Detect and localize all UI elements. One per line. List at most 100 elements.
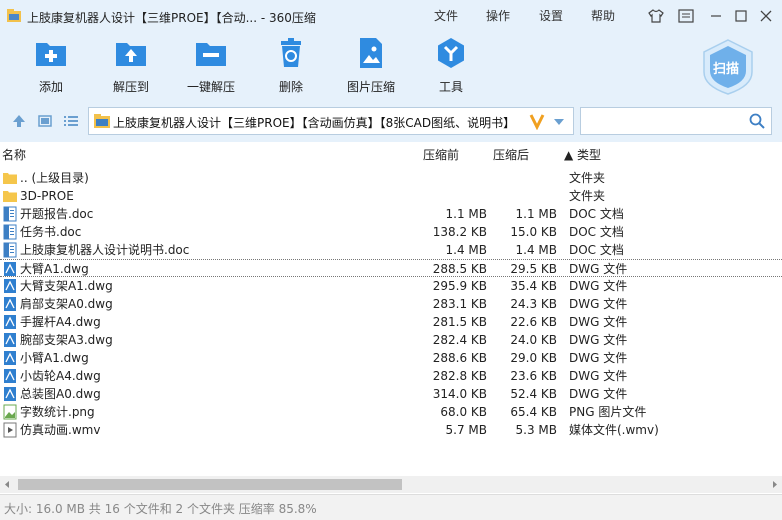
doc-file-icon [3,224,17,240]
file-row[interactable]: 仿真动画.wmv 5.7 MB 5.3 MB 媒体文件(.wmv) [0,421,782,439]
image-compress-button[interactable]: 图片压缩 [331,36,411,95]
list-view-icon[interactable] [63,113,79,129]
horizontal-scrollbar[interactable] [0,476,782,493]
file-name: 小臂A1.dwg [20,351,89,365]
chevron-down-icon[interactable] [553,118,565,126]
title-bar: 上肢康复机器人设计【三维PROE】【合动... - 360压缩 文件 操作 设置… [0,0,782,32]
add-button[interactable]: 添加 [11,36,91,95]
file-size-after: 65.4 KB [510,405,557,419]
minimize-button[interactable] [706,6,726,26]
scroll-left-icon[interactable] [3,480,11,489]
menu-settings[interactable]: 设置 [539,7,563,24]
file-size-after: 5.3 MB [515,423,557,437]
file-name: 大臂A1.dwg [20,262,89,276]
scan-button[interactable]: 扫描 [700,38,756,96]
menu-operate[interactable]: 操作 [486,7,510,24]
file-size-after: 52.4 KB [510,387,557,401]
column-header-name[interactable]: 名称 [2,144,26,166]
file-type: 文件夹 [569,189,606,203]
scroll-right-icon[interactable] [771,480,779,489]
file-row[interactable]: .. (上级目录) 文件夹 [0,169,782,187]
maximize-button[interactable] [731,6,751,26]
file-name: 任务书.doc [20,225,82,239]
file-type: DWG 文件 [569,315,628,329]
file-name: 仿真动画.wmv [20,423,101,437]
file-size-before: 68.0 KB [440,405,487,419]
file-size-before: 314.0 KB [432,387,487,401]
file-row[interactable]: 手握杆A4.dwg 281.5 KB 22.6 KB DWG 文件 [0,313,782,331]
search-input[interactable] [580,107,772,135]
file-row[interactable]: 小齿轮A4.dwg 282.8 KB 23.6 KB DWG 文件 [0,367,782,385]
up-arrow-icon[interactable] [11,113,27,129]
file-size-after: 23.6 KB [510,369,557,383]
file-name: 大臂支架A1.dwg [20,279,113,293]
file-row[interactable]: 小臂A1.dwg 288.6 KB 29.0 KB DWG 文件 [0,349,782,367]
file-type: DWG 文件 [569,387,628,401]
file-name: 手握杆A4.dwg [20,315,101,329]
file-size-after: 1.1 MB [515,207,557,221]
window-title: 上肢康复机器人设计【三维PROE】【合动... - 360压缩 [27,11,316,25]
file-size-after: 1.4 MB [515,243,557,257]
file-type: DWG 文件 [569,369,628,383]
dwg-file-icon [3,350,17,366]
extract-to-icon [116,43,146,66]
file-row[interactable]: 开题报告.doc 1.1 MB 1.1 MB DOC 文档 [0,205,782,223]
thumbnail-view-icon[interactable] [37,113,53,129]
address-bar: 上肢康复机器人设计【三维PROE】【含动画仿真】【8张CAD图纸、说明书】 [0,100,782,142]
close-button[interactable] [756,6,776,26]
file-name: 腕部支架A3.dwg [20,333,113,347]
status-text: 大小: 16.0 MB 共 16 个文件和 2 个文件夹 压缩率 85.8% [4,502,317,516]
folder-file-icon [3,188,17,204]
file-type: DOC 文档 [569,207,624,221]
file-name: 总装图A0.dwg [20,387,101,401]
file-row[interactable]: 任务书.doc 138.2 KB 15.0 KB DOC 文档 [0,223,782,241]
search-icon[interactable] [749,113,765,129]
skin-icon[interactable] [646,6,666,26]
file-size-before: 295.9 KB [432,279,487,293]
file-size-before: 288.5 KB [432,262,487,276]
file-row[interactable]: 总装图A0.dwg 314.0 KB 52.4 KB DWG 文件 [0,385,782,403]
file-row[interactable]: 字数统计.png 68.0 KB 65.4 KB PNG 图片文件 [0,403,782,421]
file-type: DWG 文件 [569,279,628,293]
wmv-file-icon [3,422,17,438]
file-name: 上肢康复机器人设计说明书.doc [20,243,190,257]
file-size-before: 1.1 MB [445,207,487,221]
file-type: DWG 文件 [569,297,628,311]
file-row[interactable]: 大臂支架A1.dwg 295.9 KB 35.4 KB DWG 文件 [0,277,782,295]
file-type: DOC 文档 [569,225,624,239]
dwg-file-icon [3,278,17,294]
file-row[interactable]: 大臂A1.dwg 288.5 KB 29.5 KB DWG 文件 [0,259,782,277]
one-click-extract-button[interactable]: 一键解压 [171,36,251,95]
delete-button[interactable]: 删除 [251,36,331,95]
delete-icon [281,38,301,67]
column-header-after[interactable]: 压缩后 [493,144,529,166]
file-name: 开题报告.doc [20,207,94,221]
file-row[interactable]: 3D-PROE 文件夹 [0,187,782,205]
extract-to-button[interactable]: 解压到 [91,36,171,95]
file-name: 字数统计.png [20,405,95,419]
file-size-after: 15.0 KB [510,225,557,239]
file-row[interactable]: 腕部支架A3.dwg 282.4 KB 24.0 KB DWG 文件 [0,331,782,349]
scrollbar-thumb[interactable] [18,479,402,490]
file-size-before: 5.7 MB [445,423,487,437]
column-header-type[interactable]: ▲ 类型 [564,144,601,166]
tools-button[interactable]: 工具 [411,36,491,95]
check-v-icon [529,114,545,130]
file-row[interactable]: 上肢康复机器人设计说明书.doc 1.4 MB 1.4 MB DOC 文档 [0,241,782,259]
add-icon [36,43,66,66]
file-row[interactable]: 肩部支架A0.dwg 283.1 KB 24.3 KB DWG 文件 [0,295,782,313]
path-text: 上肢康复机器人设计【三维PROE】【含动画仿真】【8张CAD图纸、说明书】 [113,116,516,130]
png-file-icon [3,404,17,420]
menu-help[interactable]: 帮助 [591,7,615,24]
feedback-icon[interactable] [676,6,696,26]
archive-icon [94,114,110,128]
app-logo-icon [7,9,21,22]
toolbar: 添加 解压到 一键解压 删除 图片压缩 工具 扫描 [0,32,782,100]
file-size-before: 288.6 KB [432,351,487,365]
column-header-before[interactable]: 压缩前 [423,144,459,166]
menu-file[interactable]: 文件 [434,7,458,24]
path-input[interactable]: 上肢康复机器人设计【三维PROE】【含动画仿真】【8张CAD图纸、说明书】 [88,107,574,135]
file-size-before: 281.5 KB [432,315,487,329]
file-type: DWG 文件 [569,262,628,276]
file-size-before: 283.1 KB [432,297,487,311]
